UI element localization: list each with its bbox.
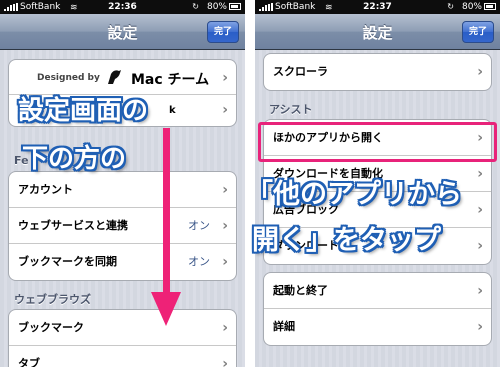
cell-web-services[interactable]: ウェブサービスと連携 オン › <box>9 208 236 244</box>
cell-label: ウェブサービスと連携 <box>18 219 128 232</box>
cell-bookmark-sync[interactable]: ブックマークを同期 オン › <box>9 244 236 280</box>
rotation-lock-icon: ↻ <box>192 2 199 11</box>
cell-launch-quit[interactable]: 起動と終了 › <box>264 273 491 309</box>
section-header-web-browse: ウェブブラウズ <box>14 293 91 306</box>
startup-group: 起動と終了 › 詳細 › <box>263 272 492 346</box>
chevron-right-icon: › <box>477 202 483 218</box>
designed-by-label: Designed by <box>37 73 100 83</box>
banner-sub-label: k <box>169 105 176 116</box>
chevron-right-icon: › <box>222 70 228 86</box>
cell-label: 起動と終了 <box>273 284 328 297</box>
rotation-lock-icon: ↻ <box>447 2 454 11</box>
done-button[interactable]: 完了 <box>207 21 239 43</box>
chevron-right-icon: › <box>222 356 228 367</box>
cell-bookmarks[interactable]: ブックマーク › <box>9 310 236 346</box>
annotation-text: 「他のアプリから <box>246 179 462 210</box>
chevron-right-icon: › <box>222 102 228 118</box>
chevron-right-icon: › <box>477 283 483 299</box>
annotation-text: 開く」をタップ <box>252 225 441 256</box>
battery-icon <box>484 3 496 10</box>
cell-label: タブ <box>18 357 40 367</box>
battery-icon <box>229 3 241 10</box>
chevron-right-icon: › <box>222 320 228 336</box>
chevron-right-icon: › <box>222 218 228 234</box>
cell-value: オン <box>188 255 210 268</box>
cell-scroller[interactable]: スクローラ › <box>264 54 491 90</box>
cell-label: 詳細 <box>273 320 295 333</box>
cell-label: ブックマークを同期 <box>18 255 117 268</box>
account-group: アカウント › ウェブサービスと連携 オン › ブックマークを同期 オン › <box>8 171 237 281</box>
chevron-right-icon: › <box>477 64 483 80</box>
browse-group: ブックマーク › タブ › <box>8 309 237 367</box>
annotation-text: 下の方の <box>22 144 127 174</box>
left-phone-screen: SoftBank ≋ 22:36 ↻ 80% 設定 完了 Designed by… <box>0 0 245 367</box>
battery-percent: 80% <box>206 2 227 12</box>
battery-percent: 80% <box>461 2 482 12</box>
cell-account[interactable]: アカウント › <box>9 172 236 208</box>
section-header-assist: アシスト <box>269 103 313 116</box>
cell-advanced[interactable]: 詳細 › <box>264 309 491 345</box>
navigation-bar: 設定 完了 <box>0 14 245 50</box>
cell-label: アカウント <box>18 183 73 196</box>
done-button[interactable]: 完了 <box>462 21 494 43</box>
bird-logo-icon <box>108 70 121 84</box>
down-arrow-icon <box>151 292 181 326</box>
cell-label: スクローラ <box>273 65 328 78</box>
chevron-right-icon: › <box>477 319 483 335</box>
chevron-right-icon: › <box>477 238 483 254</box>
status-bar: SoftBank ≋ 22:37 ↻ 80% <box>255 0 500 14</box>
highlight-box <box>258 122 497 162</box>
annotation-text: 設定画面の <box>18 96 149 126</box>
down-arrow-shaft <box>163 128 170 298</box>
cell-label: ブックマーク <box>18 321 84 334</box>
cell-value: オン <box>188 219 210 232</box>
navigation-bar: 設定 完了 <box>255 14 500 50</box>
cell-tabs[interactable]: タブ › <box>9 346 236 367</box>
team-label: Mac チーム <box>131 72 210 88</box>
chevron-right-icon: › <box>222 182 228 198</box>
scroller-group: スクローラ › <box>263 53 492 91</box>
status-bar: SoftBank ≋ 22:36 ↻ 80% <box>0 0 245 14</box>
chevron-right-icon: › <box>222 254 228 270</box>
